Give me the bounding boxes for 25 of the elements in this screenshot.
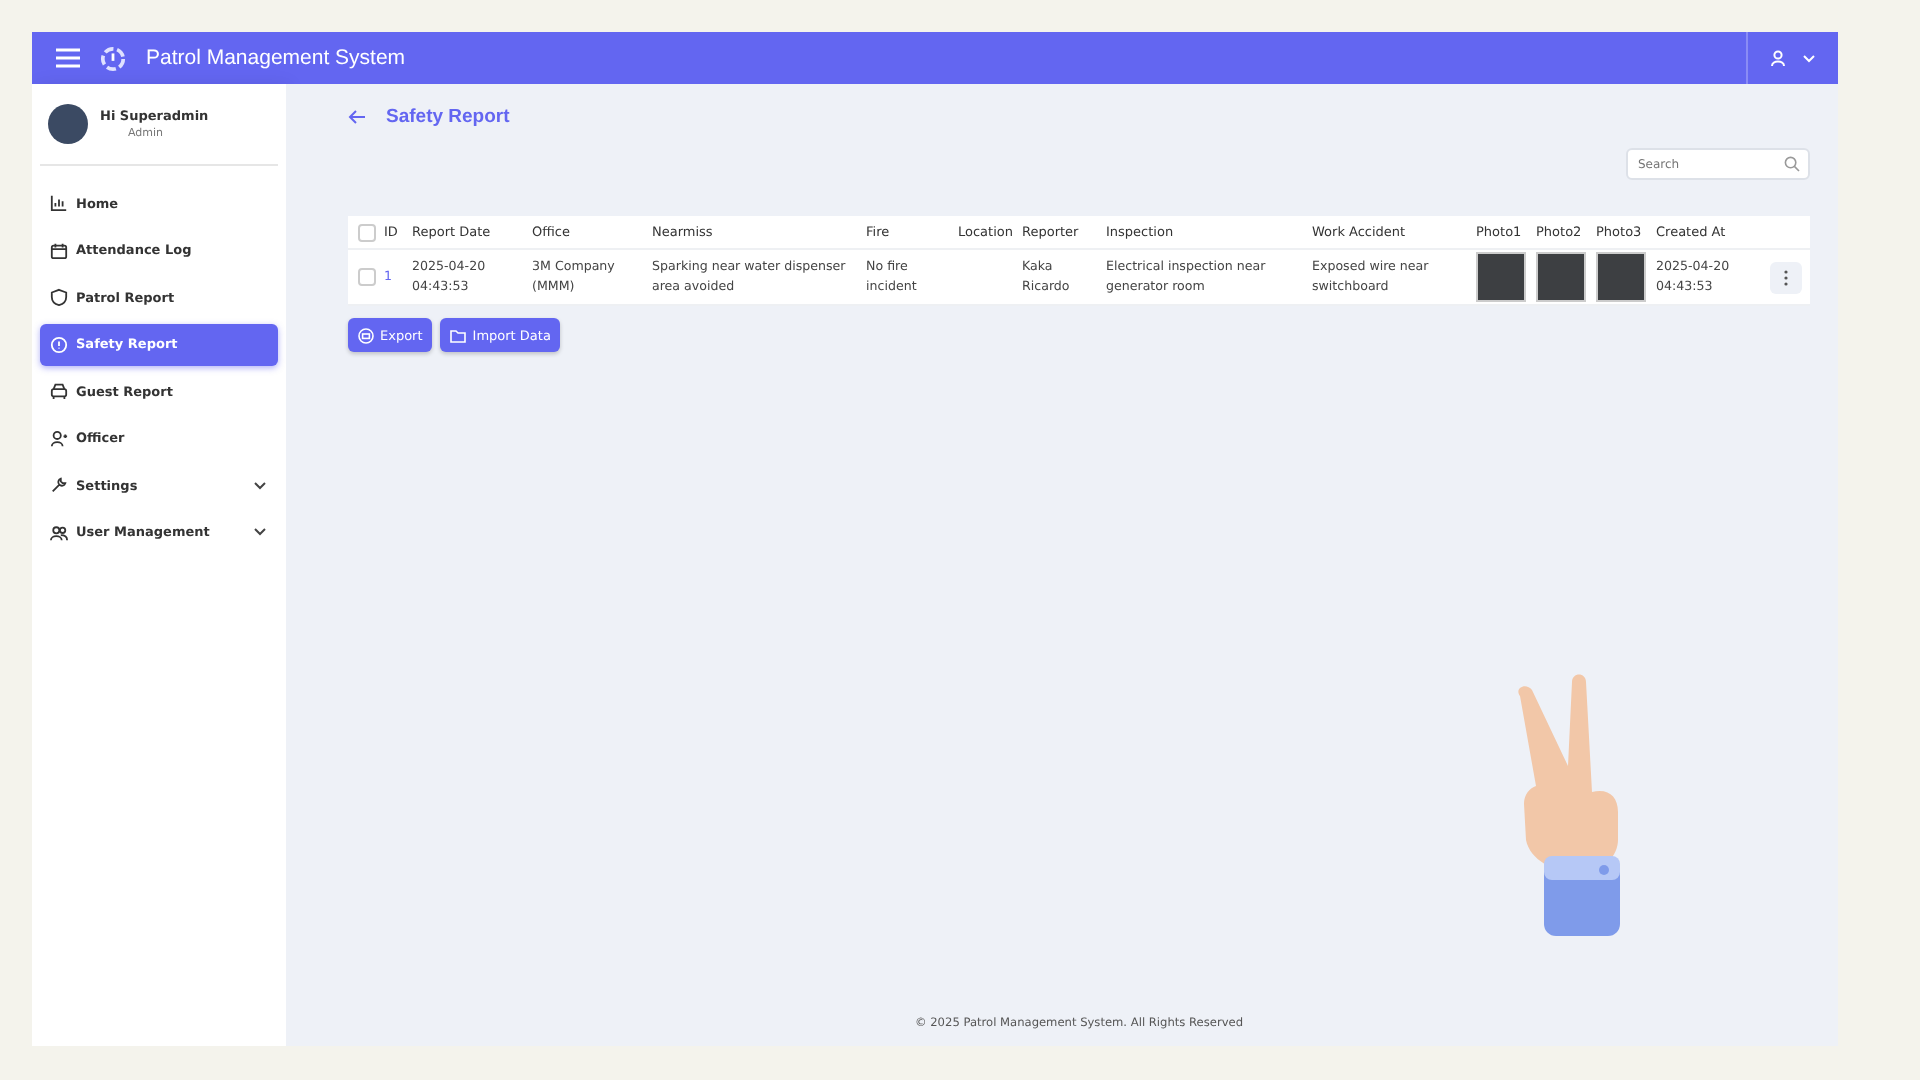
menu-icon[interactable] [56,48,80,68]
people-icon [50,523,68,542]
app-title: Patrol Management System [146,46,406,70]
select-all-checkbox[interactable] [357,223,375,241]
shield-icon [50,288,68,307]
calendar-icon [50,241,68,260]
page-title: Safety Report [386,105,510,127]
row-checkbox[interactable] [357,268,375,286]
photo-placeholder[interactable] [1476,252,1526,302]
wrench-icon [50,476,68,495]
chevron-down-icon [254,528,266,537]
car-icon [50,382,68,401]
chevron-down-icon [1802,53,1816,63]
avatar [48,104,88,144]
alert-icon [50,335,68,354]
photo-placeholder[interactable] [1596,252,1646,302]
user-icon [1770,50,1786,66]
person-icon [50,429,68,448]
row-actions-button[interactable] [1770,261,1802,293]
photo-placeholder[interactable] [1536,252,1586,302]
chart-icon [50,194,68,213]
search-icon [1784,156,1800,172]
back-arrow-icon[interactable] [348,109,366,123]
chevron-down-icon [254,481,266,490]
folder-icon [450,327,467,343]
